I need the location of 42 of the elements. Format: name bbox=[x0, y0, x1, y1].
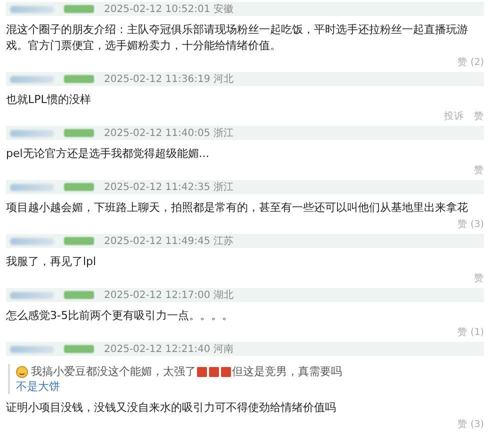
action-link[interactable]: 赞 (3) bbox=[458, 218, 484, 231]
user-badge bbox=[64, 237, 94, 245]
emoji-icon bbox=[221, 366, 231, 377]
comment-text: 项目越小越会媚，下班路上聊天，拍照都是常有的，甚至有一些还可以叫他们从基地里出来拿花 bbox=[6, 200, 469, 216]
blurred-username bbox=[10, 76, 54, 82]
blurred-username bbox=[10, 238, 54, 244]
comment-text: 我服了，再见了lpl bbox=[6, 254, 98, 270]
user-badge bbox=[64, 129, 94, 137]
comment-text: 怎么感觉3-5比前两个更有吸引力一点。。。。 bbox=[6, 308, 234, 324]
user-badge bbox=[64, 183, 94, 191]
comment-text: 也就LPL惯的没样 bbox=[6, 92, 92, 108]
blurred-username bbox=[10, 292, 54, 298]
comment-time: 2025-02-12 11:40:05 浙江 bbox=[104, 126, 234, 140]
action-link[interactable]: 赞 (3) bbox=[458, 418, 484, 431]
action-link[interactable]: 投诉 bbox=[444, 110, 464, 123]
action-link[interactable]: 赞 bbox=[474, 110, 484, 123]
action-link[interactable]: 赞 bbox=[474, 164, 484, 177]
comment-time: 2025-02-12 10:52:01 安徽 bbox=[104, 2, 234, 16]
blurred-username bbox=[10, 184, 54, 190]
blurred-username bbox=[10, 130, 54, 136]
action-link[interactable]: 赞 (2) bbox=[458, 56, 484, 69]
blurred-username bbox=[10, 6, 54, 12]
blurred-username bbox=[10, 346, 54, 352]
smiley-icon bbox=[16, 366, 28, 378]
comment-time: 2025-02-12 11:36:19 河北 bbox=[104, 72, 234, 86]
comment-text: 证明小项目没钱，没钱又没自来水的吸引力可不得使劲给情绪价值吗 bbox=[6, 400, 337, 416]
action-link[interactable]: 赞 bbox=[474, 272, 484, 285]
user-badge bbox=[64, 291, 94, 299]
user-badge bbox=[64, 345, 94, 353]
comment-text: pel无论官方还是选手我都觉得超级能媚... bbox=[6, 146, 210, 162]
emoji-icon bbox=[209, 366, 219, 377]
comment-time: 2025-02-12 12:17:00 湖北 bbox=[104, 288, 234, 302]
quoted-reply: 我搞小爱豆都没这个能媚，太强了 但这是竞男，真需要吗 不是大饼 bbox=[8, 364, 361, 394]
user-badge bbox=[64, 5, 94, 13]
author-link[interactable]: 不是大饼 bbox=[16, 380, 60, 393]
comment-time: 2025-02-12 11:49:45 江苏 bbox=[104, 234, 234, 248]
emoji-icon bbox=[197, 366, 207, 377]
comment-time: 2025-02-12 12:21:40 河南 bbox=[104, 342, 234, 356]
user-badge bbox=[64, 75, 94, 83]
action-link[interactable]: 赞 (1) bbox=[458, 326, 484, 339]
comment-time: 2025-02-12 11:42:35 浙江 bbox=[104, 180, 234, 194]
comment-text: 混这个圈子的朋友介绍：主队夺冠俱乐部请现场粉丝一起吃饭，平时选手还拉粉丝一起直播玩游戏。官方门票便宜，选手媚粉卖力，十分能给情绪价值。 bbox=[6, 22, 469, 54]
